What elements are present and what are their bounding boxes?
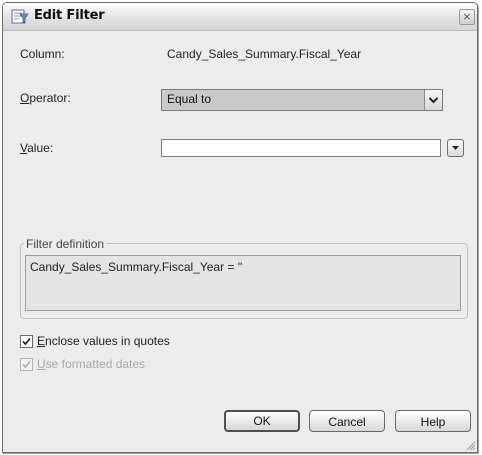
filter-edit-icon	[11, 8, 29, 25]
operator-mnemonic: O	[20, 91, 30, 105]
help-button[interactable]: Help	[395, 410, 471, 432]
ok-button[interactable]: OK	[224, 410, 300, 432]
enclose-quotes-label[interactable]: Enclose values in quotes	[37, 334, 170, 348]
operator-selected-value[interactable]: Equal to	[167, 92, 211, 106]
cancel-button[interactable]: Cancel	[309, 410, 385, 432]
operator-dropdown-button[interactable]	[424, 90, 442, 110]
value-label-text: alue:	[27, 141, 54, 155]
operator-label: Operator:	[20, 91, 71, 105]
formatted-dates-text: se formatted dates	[45, 357, 146, 371]
enclose-quotes-mnemonic: E	[37, 334, 46, 348]
formatted-dates-mnemonic: U	[37, 357, 46, 371]
operator-select[interactable]: Equal to	[161, 89, 443, 111]
chevron-down-icon	[428, 97, 439, 104]
enclose-quotes-text: nclose values in quotes	[45, 334, 170, 348]
checkmark-icon	[22, 360, 31, 369]
resize-grip-icon[interactable]	[464, 439, 476, 451]
enclose-quotes-checkbox[interactable]	[20, 335, 33, 348]
formatted-dates-checkbox	[20, 358, 33, 371]
close-button[interactable]: ×	[459, 9, 475, 25]
dialog-title: Edit Filter	[34, 8, 105, 23]
filter-definition-legend: Filter definition	[24, 237, 107, 251]
filter-definition-text: Candy_Sales_Summary.Fiscal_Year = ''	[25, 255, 461, 311]
value-dropdown-button[interactable]	[447, 139, 464, 157]
operator-label-text: perator:	[29, 91, 71, 105]
checkmark-icon	[22, 337, 31, 346]
edit-filter-dialog: Edit Filter × Column: Candy_Sales_Summar…	[2, 2, 478, 453]
column-label: Column:	[20, 47, 65, 61]
column-value: Candy_Sales_Summary.Fiscal_Year	[167, 47, 362, 61]
chevron-down-icon	[452, 146, 459, 150]
formatted-dates-label: Use formatted dates	[37, 357, 145, 371]
title-bar[interactable]: Edit Filter ×	[3, 3, 477, 31]
close-icon[interactable]: ×	[462, 10, 471, 23]
value-input[interactable]	[161, 139, 441, 157]
value-label: Value:	[20, 141, 53, 155]
